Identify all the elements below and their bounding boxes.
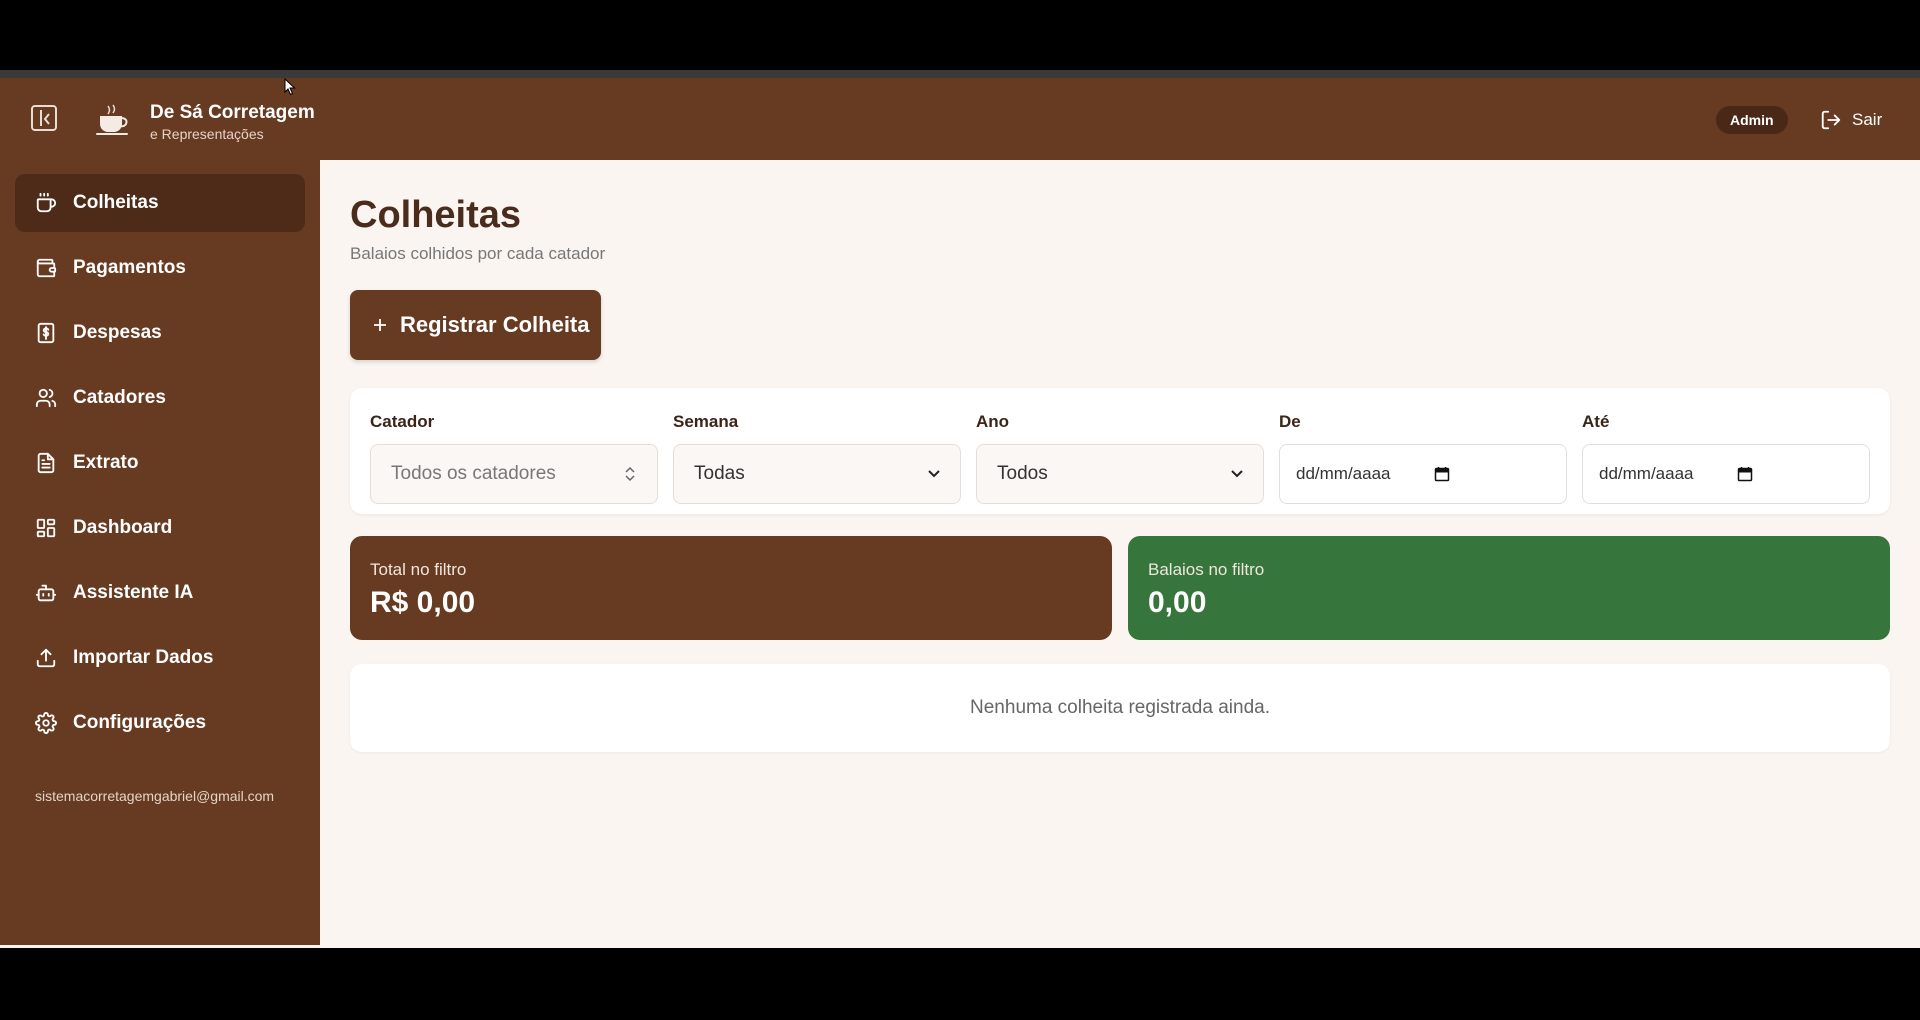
- calendar-icon: [1737, 467, 1753, 482]
- register-harvest-button[interactable]: Registrar Colheita: [350, 290, 601, 360]
- sidebar-item-configuracoes[interactable]: Configurações: [15, 694, 305, 752]
- filters-panel: Catador Todos os catadores Semana Todas …: [350, 388, 1890, 514]
- document-icon: [37, 452, 55, 474]
- total-filter-card: Total no filtro R$ 0,00: [350, 536, 1112, 640]
- logout-button[interactable]: Sair: [1820, 106, 1882, 134]
- sidebar-item-assistente-ia[interactable]: Assistente IA: [15, 564, 305, 622]
- ano-select[interactable]: Todos: [976, 444, 1264, 504]
- sidebar-item-label: Assistente IA: [73, 582, 194, 603]
- filter-label: De: [1279, 412, 1301, 431]
- filter-label: Semana: [673, 412, 739, 431]
- sidebar-item-label: Despesas: [73, 322, 162, 343]
- ano-value: Todos: [997, 463, 1048, 484]
- gear-icon: [35, 712, 57, 734]
- page-title: Colheitas: [350, 194, 522, 236]
- calendar-icon: [1434, 467, 1450, 482]
- plus-icon: [374, 319, 386, 331]
- de-date-input[interactable]: dd/mm/aaaa: [1279, 444, 1567, 504]
- catador-placeholder: Todos os catadores: [391, 463, 556, 484]
- browser-edge-strip: [0, 70, 1920, 78]
- card-value: R$ 0,00: [370, 586, 476, 619]
- sidebar-item-importar-dados[interactable]: Importar Dados: [15, 629, 305, 687]
- sidebar-toggle-button[interactable]: [31, 105, 57, 131]
- coffee-cup-icon: [36, 192, 57, 213]
- robot-icon: [35, 584, 57, 602]
- card-value: 0,00: [1148, 586, 1207, 619]
- filter-catador: Catador Todos os catadores: [370, 412, 658, 504]
- upload-icon: [36, 648, 56, 668]
- sidebar-item-label: Colheitas: [73, 192, 159, 213]
- receipt-dollar-icon: [37, 322, 55, 344]
- filter-label: Ano: [976, 412, 1010, 431]
- coffee-logo-icon: [96, 104, 128, 135]
- chevron-left-icon: [43, 113, 50, 125]
- grid-icon: [36, 518, 56, 538]
- chevron-down-icon: [928, 470, 940, 478]
- card-label: Balaios no filtro: [1148, 560, 1265, 579]
- sidebar-item-extrato[interactable]: Extrato: [15, 434, 305, 492]
- sidebar: Colheitas Pagamentos Despesas Catadores …: [0, 160, 320, 945]
- semana-select[interactable]: Todas: [673, 444, 961, 504]
- logout-icon: [1821, 110, 1841, 130]
- balaios-filter-card: Balaios no filtro 0,00: [1128, 536, 1890, 640]
- chevron-down-icon: [1231, 470, 1243, 478]
- empty-state-message: Nenhuma colheita registrada ainda.: [350, 664, 1890, 752]
- filter-de: De dd/mm/aaaa: [1279, 412, 1567, 504]
- sidebar-item-label: Pagamentos: [73, 257, 186, 278]
- screen-top-letterbox: [0, 0, 1920, 70]
- sidebar-item-label: Dashboard: [73, 517, 173, 538]
- screen-bottom-letterbox: [0, 948, 1920, 1020]
- users-icon: [35, 388, 57, 408]
- app-window: De Sá Corretagem e Representações Admin …: [0, 78, 1920, 948]
- sidebar-item-label: Extrato: [73, 452, 139, 473]
- catador-combobox[interactable]: Todos os catadores: [370, 444, 658, 504]
- brand-subtitle: e Representações: [150, 126, 264, 142]
- page-subtitle: Balaios colhidos por cada catador: [350, 244, 606, 263]
- filter-label: Até: [1582, 412, 1610, 431]
- semana-value: Todas: [694, 463, 745, 484]
- logout-label: Sair: [1852, 110, 1883, 129]
- admin-badge: Admin: [1716, 106, 1788, 134]
- filter-semana: Semana Todas: [673, 412, 961, 504]
- main-content: Colheitas Balaios colhidos por cada cata…: [320, 160, 1920, 948]
- sidebar-item-pagamentos[interactable]: Pagamentos: [15, 239, 305, 297]
- ate-date-input[interactable]: dd/mm/aaaa: [1582, 444, 1870, 504]
- ate-placeholder: dd/mm/aaaa: [1599, 464, 1694, 483]
- sidebar-item-label: Catadores: [73, 387, 166, 408]
- card-label: Total no filtro: [370, 560, 467, 579]
- brand-title: De Sá Corretagem: [150, 102, 315, 123]
- filter-ano: Ano Todos: [976, 412, 1264, 504]
- wallet-icon: [36, 258, 57, 278]
- filter-label: Catador: [370, 412, 435, 431]
- register-harvest-label: Registrar Colheita: [400, 312, 590, 337]
- user-email: sistemacorretagemgabriel@gmail.com: [35, 788, 275, 804]
- sidebar-item-label: Configurações: [73, 712, 207, 733]
- sidebar-item-catadores[interactable]: Catadores: [15, 369, 305, 427]
- mouse-cursor-icon: [284, 78, 296, 96]
- chevron-up-down-icon: [625, 466, 635, 482]
- sidebar-item-dashboard[interactable]: Dashboard: [15, 499, 305, 557]
- sidebar-item-colheitas[interactable]: Colheitas: [15, 174, 305, 232]
- de-placeholder: dd/mm/aaaa: [1296, 464, 1391, 483]
- sidebar-item-despesas[interactable]: Despesas: [15, 304, 305, 362]
- filter-ate: Até dd/mm/aaaa: [1582, 412, 1870, 504]
- sidebar-item-label: Importar Dados: [73, 647, 214, 668]
